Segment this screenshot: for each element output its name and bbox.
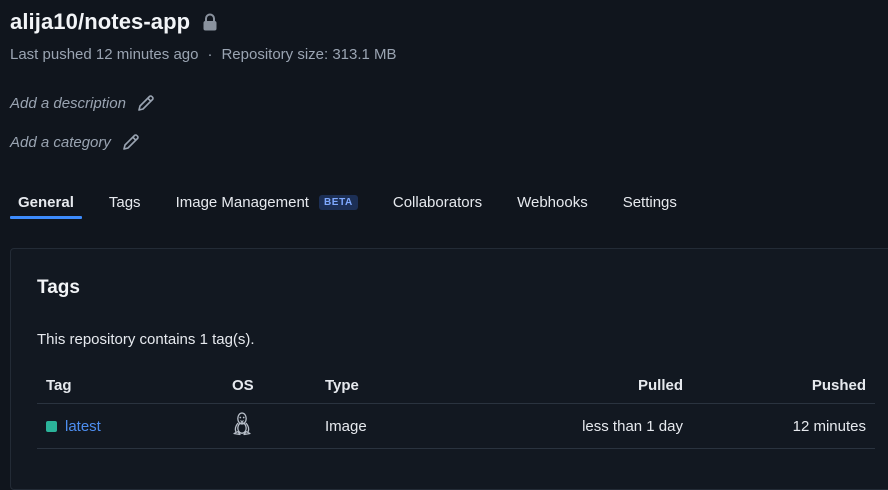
repo-title: alija10/notes-app	[10, 9, 191, 34]
column-header-tag[interactable]: Tag	[37, 367, 223, 404]
add-description-label: Add a description	[10, 94, 126, 112]
pulled-cell: less than 1 day	[454, 403, 692, 449]
table-row: latest Image less than 1 day 12 minutes	[37, 403, 875, 449]
tab-tags[interactable]: Tags	[101, 192, 149, 219]
type-cell: Image	[316, 403, 454, 449]
tab-webhooks-label: Webhooks	[517, 194, 588, 211]
tab-image-management-label: Image Management	[175, 194, 309, 211]
tags-panel-title: Tags	[37, 277, 80, 298]
column-header-os: OS	[223, 367, 316, 404]
tags-panel: Tags This repository contains 1 tag(s). …	[10, 248, 888, 490]
pencil-icon	[138, 95, 154, 111]
tab-settings[interactable]: Settings	[615, 192, 685, 219]
status-dot	[46, 420, 57, 432]
tab-general[interactable]: General	[10, 192, 82, 219]
repo-header: alija10/notes-app	[10, 9, 218, 35]
pushed-cell: 12 minutes	[692, 403, 875, 449]
repo-meta: Last pushed 12 minutes ago · Repository …	[10, 46, 397, 63]
tags-table: Tag OS Type Pulled Pushed latest Image l…	[37, 367, 875, 449]
pencil-icon	[123, 134, 139, 150]
tag-link[interactable]: latest	[65, 418, 101, 435]
tags-summary: This repository contains 1 tag(s).	[37, 331, 255, 348]
tab-webhooks[interactable]: Webhooks	[509, 192, 596, 219]
tab-collaborators[interactable]: Collaborators	[385, 192, 490, 219]
last-pushed-text: Last pushed 12 minutes ago	[10, 46, 199, 63]
tab-general-label: General	[18, 194, 74, 211]
column-header-pulled[interactable]: Pulled	[454, 367, 692, 404]
column-header-type: Type	[316, 367, 454, 404]
tab-collaborators-label: Collaborators	[392, 194, 483, 211]
add-category-button[interactable]: Add a category	[10, 132, 141, 152]
table-header-row: Tag OS Type Pulled Pushed	[37, 367, 875, 404]
tab-tags-label: Tags	[108, 194, 141, 211]
add-category-label: Add a category	[10, 133, 111, 151]
tab-settings-label: Settings	[622, 194, 677, 211]
repo-size-text: Repository size: 313.1 MB	[221, 46, 397, 63]
tab-image-management[interactable]: Image Management BETA	[168, 192, 366, 219]
os-cell	[223, 403, 316, 449]
meta-separator: ·	[207, 46, 213, 63]
lock-icon	[202, 13, 218, 31]
beta-badge: BETA	[318, 195, 358, 210]
tag-cell: latest	[37, 403, 223, 449]
linux-icon	[233, 412, 251, 436]
column-header-pushed[interactable]: Pushed	[692, 367, 875, 404]
repo-tabs: General Tags Image Management BETA Colla…	[10, 192, 704, 219]
add-description-button[interactable]: Add a description	[10, 93, 156, 113]
